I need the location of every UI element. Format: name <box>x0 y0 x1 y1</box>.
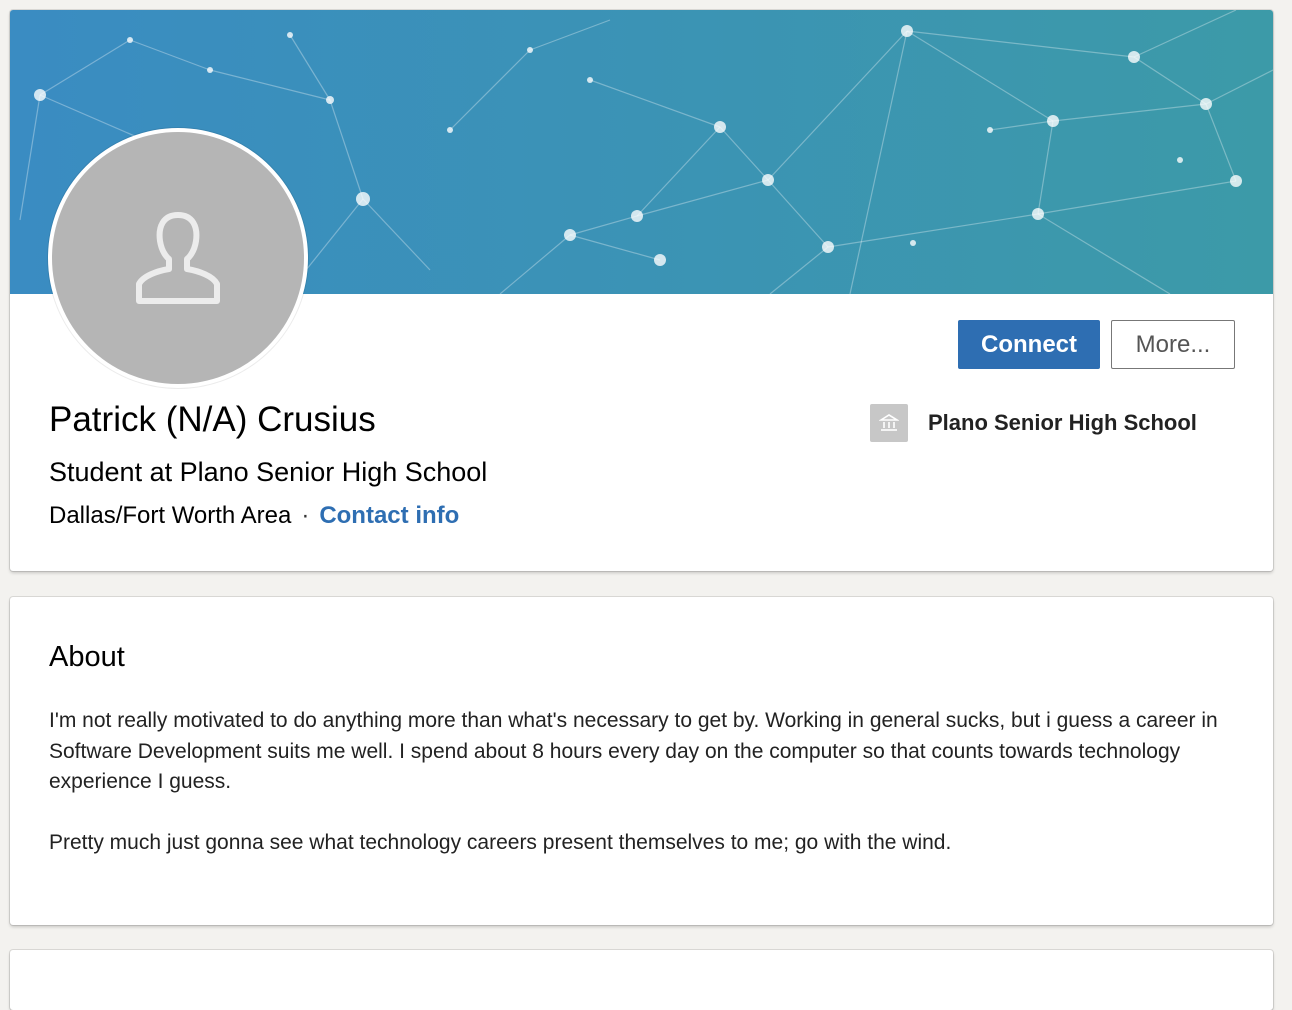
profile-location: Dallas/Fort Worth Area <box>49 502 292 529</box>
about-paragraph: Pretty much just gonna see what technolo… <box>49 830 952 854</box>
profile-name: Patrick (N/A) Crusius <box>49 400 376 439</box>
profile-location-row: Dallas/Fort Worth Area · Contact info <box>49 502 459 530</box>
profile-avatar[interactable] <box>48 128 308 388</box>
education-school-link[interactable]: Plano Senior High School <box>870 403 1197 443</box>
next-section-card <box>10 950 1273 1010</box>
school-building-icon <box>870 404 908 442</box>
contact-info-link[interactable]: Contact info <box>319 502 459 530</box>
more-button[interactable]: More... <box>1111 320 1235 369</box>
person-silhouette-icon <box>136 212 220 304</box>
profile-headline: Student at Plano Senior High School <box>49 457 488 487</box>
about-text: I'm not really motivated to do anything … <box>49 706 1239 858</box>
about-paragraph: I'm not really motivated to do anything … <box>49 709 1218 793</box>
school-name: Plano Senior High School <box>928 410 1197 435</box>
separator-dot: · <box>301 502 310 529</box>
about-section-card: About I'm not really motivated to do any… <box>10 597 1273 925</box>
connect-button[interactable]: Connect <box>958 320 1100 369</box>
about-section-title: About <box>49 641 125 673</box>
profile-top-card: Connect More... Patrick (N/A) Crusius St… <box>10 10 1273 571</box>
